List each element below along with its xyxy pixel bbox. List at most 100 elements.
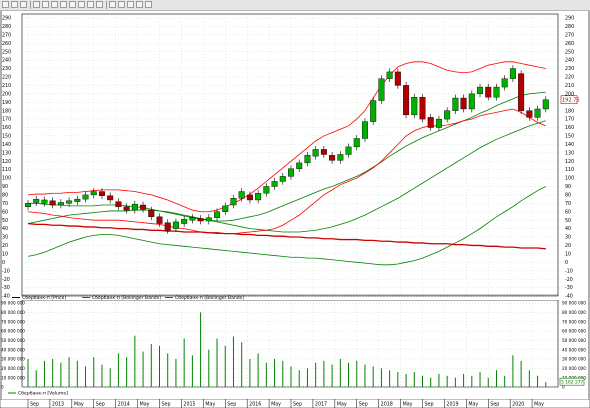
window-icon[interactable] [42,1,49,8]
timeline-label: May [468,402,478,408]
volume-chart[interactable]: 90 000 000 90 000 000 80 000 000 80 000 000… [0,300,590,399]
y-tick-label-right: -40 [565,294,573,300]
candle-body [238,191,245,199]
timeline[interactable]: Sep 2013 May Sep 2014 May Sep 2015 May Sep 2016 May… [0,399,590,408]
candle-body [435,118,442,128]
candle-body [542,99,549,110]
candle-body [66,200,73,204]
candle-body [526,110,533,118]
y-tick-label-left: 160 [2,125,11,131]
text-tool-icon[interactable] [109,1,116,8]
y-tick-label-left: -40 [2,294,10,300]
price-chart[interactable]: 290 290 280 280 270 270 260 260 250 250 240 240 230 2… [0,11,590,300]
save-icon[interactable] [69,1,76,8]
timeline-label: May [534,402,544,408]
add-icon[interactable] [33,1,40,8]
timeline-label: Sep [359,402,368,408]
y-tick-label-left: 140 [2,142,11,148]
y-tick-label-left: 0 [2,260,5,266]
timeline-label: 2019 [446,402,458,408]
y-tick-label-right: 80 000 000 [562,310,586,315]
candle-body [33,198,40,203]
y-tick-label-left: 10 [2,251,8,257]
candle-body [74,198,81,202]
y-tick-label-right: 90 000 000 [562,301,586,306]
y-tick-label-left: 0 [1,385,4,390]
arrow-icon[interactable] [2,1,9,8]
y-tick-label-right: 40 [565,226,571,232]
candle-body [246,194,253,201]
y-tick-label-right: -10 [565,268,573,274]
candle-body [518,73,525,111]
candle-body [25,203,32,207]
window-icon[interactable] [96,1,103,8]
candle-body [263,186,270,194]
y-tick-label-right: 220 [565,75,574,81]
line-tool-icon[interactable] [136,1,143,8]
y-tick-label-right: -30 [565,285,573,291]
y-tick-label-left: 70 [2,201,8,207]
window-icon[interactable] [60,1,67,8]
timeline-label: Sep [96,402,105,408]
candle-body [320,149,327,155]
timeline-label: Sep [30,402,39,408]
candle-body [485,86,492,98]
timeline-label: 2017 [315,402,327,408]
candle-body [403,85,410,116]
price-chart-panel[interactable]: 290 290 280 280 270 270 260 260 250 250 240 240 230 2… [0,11,590,300]
candle-body [214,211,221,218]
y-tick-label-right: 170 [565,117,574,123]
y-tick-label-left: 10 000 000 [1,375,25,380]
window-icon[interactable] [51,1,58,8]
candle-body [312,149,319,157]
y-tick-label-left: 220 [2,75,11,81]
y-tick-label-left: 260 [2,41,11,47]
y-tick-label-left: -20 [2,277,10,283]
candle-body [477,86,484,95]
y-tick-label-right: 180 [565,108,574,114]
candle-body [394,71,401,86]
y-tick-label-right: 160 [565,125,574,131]
candle-body [123,206,130,211]
y-tick-label-right: 290 [565,16,574,22]
cursor-icon[interactable] [118,1,125,8]
y-tick-label-left: 30 000 000 [1,357,25,362]
y-tick-label-left: 20 000 000 [1,366,25,371]
candle-body [460,97,467,110]
y-tick-label-left: -30 [2,285,10,291]
y-tick-label-right: 60 [565,209,571,215]
y-tick-label-left: 250 [2,49,11,55]
candle-body [148,209,155,218]
line-tool-icon[interactable] [127,1,134,8]
y-tick-label-left: 70 000 000 [1,319,25,324]
candle-body [370,100,377,122]
refresh-icon[interactable] [20,1,27,8]
y-tick-label-left: 20 [2,243,8,249]
y-tick-label-right: 240 [565,58,574,64]
y-tick-label-right: 70 [565,201,571,207]
candle-body [279,176,286,182]
chart-icon[interactable] [87,1,94,8]
candle-body [222,205,229,212]
toolbar-separator [106,1,107,9]
y-tick-label-right: 30 000 000 [562,357,586,362]
candle-body [296,162,303,169]
timeline-label: 2018 [381,402,393,408]
y-tick-label-left: 200 [2,91,11,97]
candle-body [82,194,89,200]
candle-body [427,117,434,128]
volume-chart-panel[interactable]: 90 000 000 90 000 000 80 000 000 80 000 000… [0,300,590,399]
pencil-icon[interactable] [11,1,18,8]
candle-body [98,191,105,196]
y-tick-label-left: 230 [2,66,11,72]
y-tick-label-left: 30 [2,235,8,241]
candle-body [419,96,426,120]
y-tick-label-right: 10 [565,251,571,257]
y-tick-label-right: 70 000 000 [562,319,586,324]
window-icon[interactable] [78,1,85,8]
y-tick-label-left: 150 [2,134,11,140]
last-price-label: 192.75 [562,98,580,104]
y-tick-label-right: 100 [565,176,574,182]
line-tool-icon[interactable] [145,1,152,8]
timeline-axis[interactable]: Sep 2013 May Sep 2014 May Sep 2015 May Sep 2016 May… [0,399,590,408]
